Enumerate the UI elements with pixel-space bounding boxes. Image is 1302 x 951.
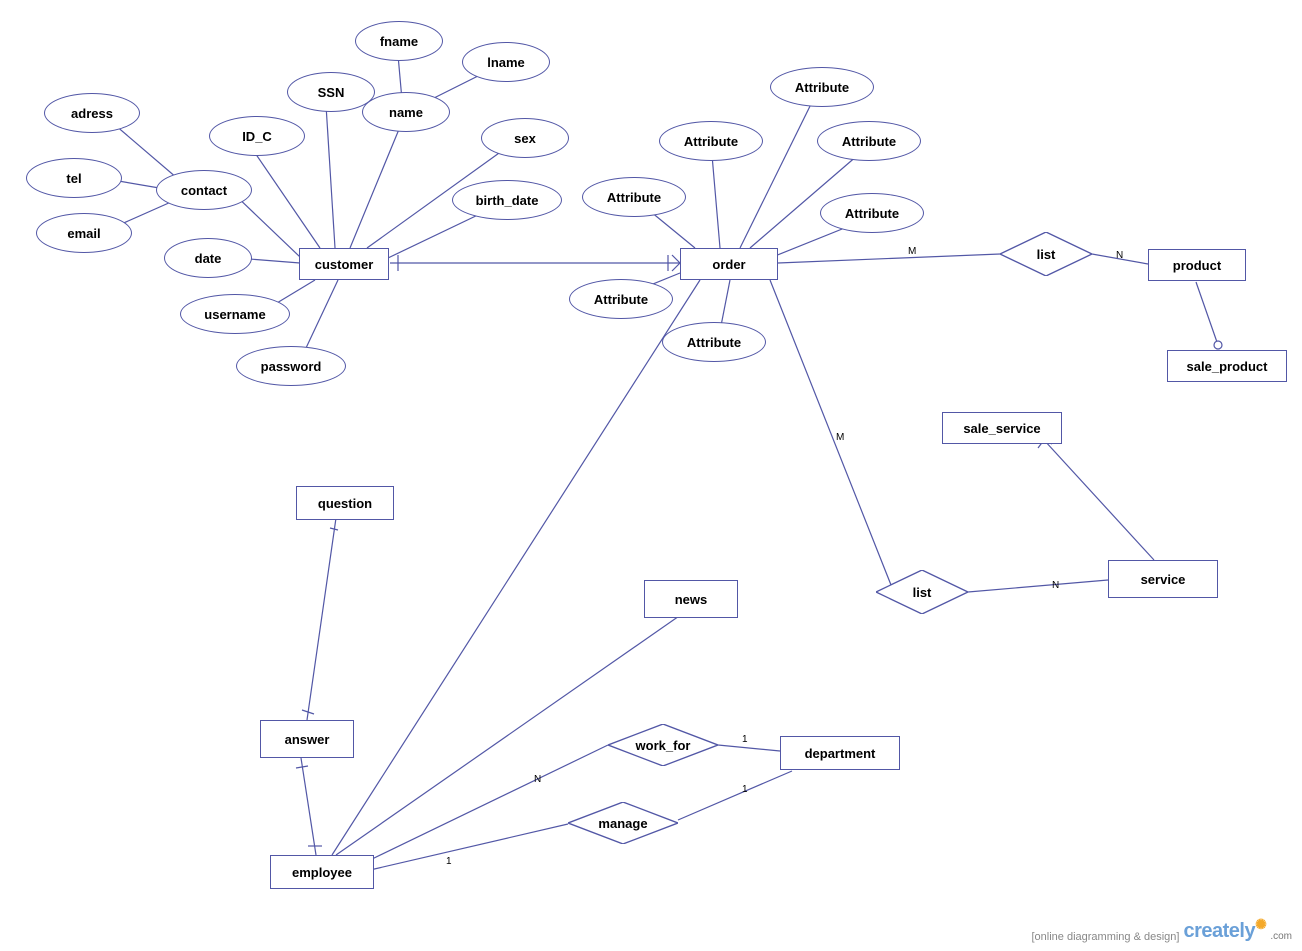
card-1-manage-dept: 1 <box>742 784 748 795</box>
label: sale_product <box>1187 359 1268 374</box>
attr-adress: adress <box>44 93 140 133</box>
label: Attribute <box>795 80 849 95</box>
label: employee <box>292 865 352 880</box>
rel-work-for: work_for <box>608 724 718 766</box>
label: sex <box>514 131 536 146</box>
sun-icon: ✺ <box>1255 916 1266 932</box>
label: order <box>712 257 745 272</box>
attr-name: name <box>362 92 450 132</box>
label: Attribute <box>607 190 661 205</box>
rel-list-product: list <box>1000 232 1092 276</box>
label: birth_date <box>476 193 539 208</box>
attr-contact: contact <box>156 170 252 210</box>
label: sale_service <box>963 421 1040 436</box>
label: manage <box>598 816 647 831</box>
attr-order-1: Attribute <box>569 279 673 319</box>
label: email <box>67 226 100 241</box>
label: news <box>675 592 708 607</box>
label: username <box>204 307 265 322</box>
card-m-order-service: M <box>836 432 844 443</box>
footer: [online diagramming & design] creately✺ … <box>1031 920 1292 943</box>
label: department <box>805 746 876 761</box>
creately-logo: creately✺ <box>1183 920 1266 943</box>
entity-sale-product: sale_product <box>1167 350 1287 382</box>
attr-order-5: Attribute <box>817 121 921 161</box>
footer-dotcom: .com <box>1270 931 1292 942</box>
label: product <box>1173 258 1221 273</box>
rel-manage: manage <box>568 802 678 844</box>
card-n-list-product: N <box>1116 250 1123 261</box>
attr-birthdate: birth_date <box>452 180 562 220</box>
label: customer <box>315 257 374 272</box>
label: fname <box>380 34 418 49</box>
footer-tagline: [online diagramming & design] <box>1031 931 1179 943</box>
entity-sale-service: sale_service <box>942 412 1062 444</box>
attr-order-7: Attribute <box>662 322 766 362</box>
card-1-manage-emp: 1 <box>446 856 452 867</box>
entity-order: order <box>680 248 778 280</box>
label: password <box>261 359 322 374</box>
attr-ssn: SSN <box>287 72 375 112</box>
label: adress <box>71 106 113 121</box>
label: service <box>1141 572 1186 587</box>
label: work_for <box>636 738 691 753</box>
card-1-workfor-dept: 1 <box>742 734 748 745</box>
entity-answer: answer <box>260 720 354 758</box>
label: ID_C <box>242 129 272 144</box>
label: Attribute <box>594 292 648 307</box>
label: Attribute <box>687 335 741 350</box>
attr-order-2: Attribute <box>582 177 686 217</box>
entity-employee: employee <box>270 855 374 889</box>
label: name <box>389 105 423 120</box>
attr-order-6: Attribute <box>820 193 924 233</box>
entity-question: question <box>296 486 394 520</box>
rel-list-service: list <box>876 570 968 614</box>
attr-idc: ID_C <box>209 116 305 156</box>
card-n-list-service: N <box>1052 580 1059 591</box>
entity-product: product <box>1148 249 1246 281</box>
attr-email: email <box>36 213 132 253</box>
attr-lname: lname <box>462 42 550 82</box>
card-n-workfor-emp: N <box>534 774 541 785</box>
attr-date: date <box>164 238 252 278</box>
label: date <box>195 251 222 266</box>
attr-password: password <box>236 346 346 386</box>
entity-service: service <box>1108 560 1218 598</box>
label: contact <box>181 183 227 198</box>
label: list <box>1037 247 1056 262</box>
label: answer <box>285 732 330 747</box>
attr-tel: tel <box>26 158 122 198</box>
label: Attribute <box>684 134 738 149</box>
label: Attribute <box>845 206 899 221</box>
attr-order-3: Attribute <box>659 121 763 161</box>
label: tel <box>66 171 81 186</box>
attr-username: username <box>180 294 290 334</box>
label: Attribute <box>842 134 896 149</box>
entity-department: department <box>780 736 900 770</box>
entity-news: news <box>644 580 738 618</box>
attr-fname: fname <box>355 21 443 61</box>
label: SSN <box>318 85 345 100</box>
attr-sex: sex <box>481 118 569 158</box>
label: question <box>318 496 372 511</box>
card-m-order-product: M <box>908 246 916 257</box>
entity-customer: customer <box>299 248 389 280</box>
attr-order-4: Attribute <box>770 67 874 107</box>
label: list <box>913 585 932 600</box>
label: lname <box>487 55 525 70</box>
